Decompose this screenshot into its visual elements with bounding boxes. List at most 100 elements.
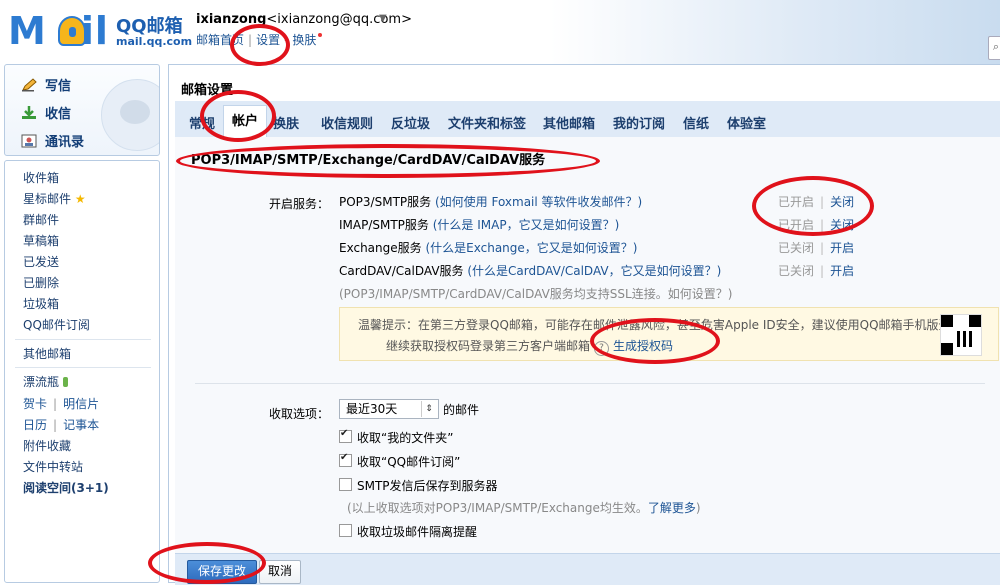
folder-group[interactable]: 群邮件	[23, 211, 59, 228]
folder-spam[interactable]: 垃圾箱	[23, 295, 59, 312]
tip-line-2: 继续获取授权码登录第三方客户端邮箱? 生成授权码	[386, 337, 673, 356]
checkbox[interactable]	[339, 524, 352, 537]
service-status: 已开启 | 关闭	[778, 195, 855, 209]
fetch-note-close: )	[695, 501, 701, 515]
nav-notes[interactable]: 记事本	[63, 418, 99, 432]
folder-starred-label: 星标邮件	[23, 192, 72, 206]
service-toggle-link[interactable]: 开启	[830, 241, 854, 255]
nav-reading-space[interactable]: 阅读空间(3+1)	[23, 479, 109, 496]
tab-anti-spam[interactable]: 反垃圾	[391, 113, 430, 132]
qr-code-icon	[940, 314, 982, 356]
service-toggle-link[interactable]: 开启	[830, 264, 854, 278]
checkbox-checked[interactable]	[339, 452, 352, 467]
service-name: POP3/SMTP服务	[339, 195, 432, 209]
pen-icon	[21, 78, 37, 92]
learn-more-link[interactable]: 了解更多	[648, 501, 696, 515]
tab-account[interactable]: 帐户	[223, 105, 268, 138]
nav-compose-label: 写信	[45, 79, 72, 94]
nav-calendar[interactable]: 日历	[23, 418, 47, 432]
service-status: 已开启 | 关闭	[778, 218, 855, 232]
notification-dot	[318, 33, 323, 37]
tab-lab[interactable]: 体验室	[727, 113, 766, 132]
service-status: 已关闭 | 开启	[778, 241, 855, 255]
fetch-range-select[interactable]: 最近30天 ⇕	[339, 399, 439, 419]
user-name: ixianzong	[196, 12, 267, 27]
service-imap-smtp: IMAP/SMTP服务 (什么是 IMAP，它又是如何设置？)	[339, 216, 619, 233]
cancel-button[interactable]: 取消	[259, 560, 301, 584]
security-tip-box: 温馨提示：在第三方登录QQ邮箱，可能存在邮件泄露风险，甚至危害Apple ID安…	[339, 307, 999, 361]
checkbox-checked[interactable]	[339, 428, 352, 443]
folder-deleted[interactable]: 已删除	[23, 274, 59, 291]
service-help-link[interactable]: (什么是 IMAP，它又是如何设置？)	[433, 218, 620, 232]
nav-contacts-label: 通讯录	[45, 135, 85, 150]
chevron-down-icon[interactable]: ▼	[379, 13, 387, 24]
nav-compose[interactable]: 写信	[21, 75, 71, 94]
link-settings[interactable]: 设置	[256, 33, 280, 47]
folder-list: 收件箱 星标邮件 ★ 群邮件 草稿箱 已发送 已删除 垃圾箱 QQ邮件订阅 其他…	[4, 160, 160, 583]
logo-letter: M	[8, 9, 47, 53]
tab-receive-rules[interactable]: 收信规则	[321, 113, 373, 132]
logo-url: mail.qq.com	[116, 35, 193, 48]
folder-other-mailboxes[interactable]: 其他邮箱	[23, 345, 71, 362]
contacts-icon	[21, 134, 37, 148]
nav-attachments[interactable]: 附件收藏	[23, 437, 71, 454]
option-fetch-subscriptions[interactable]: 收取“QQ邮件订阅”	[339, 452, 460, 470]
bottle-icon	[63, 377, 69, 387]
nav-contacts[interactable]: 通讯录	[21, 131, 84, 150]
nav-bottle[interactable]: 漂流瓶	[23, 373, 69, 390]
service-toggle-link[interactable]: 关闭	[830, 195, 854, 209]
fetch-options-label: 收取选项：	[269, 407, 330, 421]
service-help-link[interactable]: (如何使用 Foxmail 等软件收发邮件？)	[435, 195, 642, 209]
folder-subscriptions[interactable]: QQ邮件订阅	[23, 316, 90, 333]
folder-drafts[interactable]: 草稿箱	[23, 232, 59, 249]
checkbox[interactable]	[339, 478, 352, 491]
fetch-range-value: 最近30天	[346, 402, 398, 416]
status-text: 已开启	[778, 195, 815, 209]
search-icon[interactable]: ⌕	[988, 36, 1000, 60]
option-fetch-my-folders[interactable]: 收取“我的文件夹”	[339, 428, 454, 446]
tab-general[interactable]: 常规	[189, 113, 215, 132]
link-mail-home[interactable]: 邮箱首页	[196, 33, 244, 47]
nav-postcard[interactable]: 明信片	[63, 397, 99, 411]
service-help-link[interactable]: (什么是Exchange，它又是如何设置？)	[425, 241, 637, 255]
folder-inbox[interactable]: 收件箱	[23, 169, 59, 186]
option-smtp-save[interactable]: SMTP发信后保存到服务器	[339, 477, 498, 494]
help-icon[interactable]: ?	[594, 341, 610, 356]
fetch-note-text: (以上收取选项对POP3/IMAP/SMTP/Exchange均生效。	[347, 501, 648, 515]
service-name: Exchange服务	[339, 241, 422, 255]
tab-folders-labels[interactable]: 文件夹和标签	[448, 113, 526, 132]
option-label: SMTP发信后保存到服务器	[357, 479, 498, 493]
link-skin[interactable]: 换肤	[292, 33, 316, 47]
page-title: 邮箱设置	[181, 83, 234, 98]
tab-my-subscriptions[interactable]: 我的订阅	[613, 113, 665, 132]
folder-sent[interactable]: 已发送	[23, 253, 59, 270]
tab-stationery[interactable]: 信纸	[683, 113, 709, 132]
nav-file-transfer[interactable]: 文件中转站	[23, 458, 83, 475]
tip-line-2-text: 继续获取授权码登录第三方客户端邮箱	[386, 339, 591, 353]
settings-panel: 邮箱设置 常规 帐户 换肤 收信规则 反垃圾 文件夹和标签 其他邮箱 我的订阅 …	[168, 64, 1000, 585]
service-help-link[interactable]: (什么是CardDAV/CalDAV，它又是如何设置？)	[467, 264, 721, 278]
option-label: 收取垃圾邮件隔离提醒	[357, 525, 478, 539]
nav-calendar-notes: 日历 | 记事本	[23, 418, 100, 432]
top-header: Mil QQ邮箱 mail.qq.com ixianzong<ixianzong…	[0, 0, 1000, 64]
service-name: CardDAV/CalDAV服务	[339, 264, 464, 278]
save-button[interactable]: 保存更改	[187, 560, 257, 584]
service-status: 已关闭 | 开启	[778, 264, 855, 278]
qq-mail-logo[interactable]: Mil QQ邮箱 mail.qq.com	[8, 9, 192, 53]
option-label: 收取“我的文件夹”	[357, 431, 454, 445]
tab-skin[interactable]: 换肤	[273, 113, 299, 132]
tab-other-mailboxes[interactable]: 其他邮箱	[543, 113, 595, 132]
ssl-note[interactable]: (POP3/IMAP/SMTP/CardDAV/CalDAV服务均支持SSL连接…	[339, 285, 732, 302]
status-text: 已关闭	[778, 264, 815, 278]
service-toggle-link[interactable]: 关闭	[830, 218, 854, 232]
tip-line-1: 温馨提示：在第三方登录QQ邮箱，可能存在邮件泄露风险，甚至危害Apple ID安…	[358, 318, 975, 332]
generate-auth-code-link[interactable]: 生成授权码	[613, 339, 673, 353]
folder-starred[interactable]: 星标邮件 ★	[23, 190, 86, 207]
account-settings-content: POP3/IMAP/SMTP/Exchange/CardDAV/CalDAV服务…	[175, 137, 1000, 553]
quick-actions: 写信 收信 通讯录	[4, 64, 160, 156]
nav-inbox-check[interactable]: 收信	[21, 103, 71, 122]
option-junk-reminder[interactable]: 收取垃圾邮件隔离提醒	[339, 523, 477, 540]
star-icon: ★	[74, 192, 86, 206]
nav-card[interactable]: 贺卡	[23, 397, 47, 411]
updown-arrow-icon: ⇕	[421, 401, 436, 417]
